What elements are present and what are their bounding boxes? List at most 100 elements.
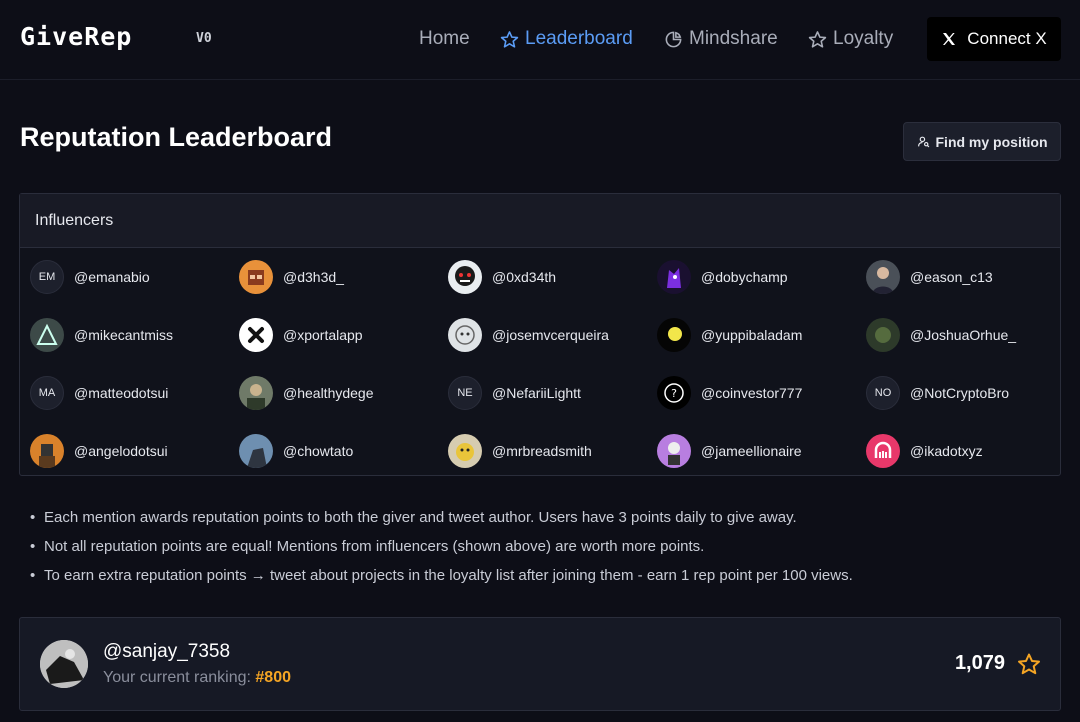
influencers-grid: EM @emanabio @d3h3d_ @0xd34th @dobychamp… [20,248,1060,480]
svg-text:?: ? [671,387,677,400]
avatar [866,434,900,468]
influencer-item[interactable]: @0xd34th [448,248,657,306]
ranking-value: #800 [255,669,291,686]
nav-loyalty-label: Loyalty [833,28,894,49]
nav-leaderboard[interactable]: Leaderboard [500,26,633,52]
connect-x-button[interactable]: Connect X [927,17,1061,61]
user-handle: @sanjay_7358 [103,641,231,662]
info-item: • Each mention awards reputation points t… [30,508,1070,537]
influencer-handle: @josemvcerqueira [492,327,609,343]
bullet-dot: • [30,509,36,526]
bullet-dot: • [30,538,36,555]
avatar [239,318,273,352]
avatar [657,318,691,352]
nav-leaderboard-label: Leaderboard [525,28,633,49]
avatar: ? [657,376,691,410]
influencer-item[interactable]: @jameellionaire [657,422,866,480]
influencer-item[interactable]: EM @emanabio [30,248,239,306]
influencer-item[interactable]: @xportalapp [239,306,448,364]
influencer-item[interactable]: NE @NefariiLightt [448,364,657,422]
influencer-item[interactable]: @ikadotxyz [866,422,1075,480]
top-nav-bar: GiveRep V0 Home Leaderboard Mindshare Lo… [0,0,1080,80]
influencer-item[interactable]: @angelodotsui [30,422,239,480]
nav-mindshare-label: Mindshare [689,28,778,49]
avatar [866,260,900,294]
version-label: V0 [196,31,212,46]
user-search-icon [917,136,929,148]
influencer-handle: @eason_c13 [910,269,993,285]
influencer-handle: @JoshuaOrhue_ [910,327,1017,343]
influencer-item[interactable]: @mrbreadsmith [448,422,657,480]
find-my-position-label: Find my position [935,133,1048,150]
avatar [657,260,691,294]
influencer-item[interactable]: @josemvcerqueira [448,306,657,364]
influencer-handle: @NotCryptoBro [910,385,1010,401]
avatar [30,318,64,352]
pie-chart-icon [665,31,682,47]
influencer-item[interactable]: @JoshuaOrhue_ [866,306,1075,364]
info-text: To earn extra reputation points → tweet … [44,567,853,584]
influencer-item[interactable]: MA @matteodotsui [30,364,239,422]
info-list: • Each mention awards reputation points t… [30,508,1070,595]
influencer-item[interactable]: @healthydege [239,364,448,422]
avatar: NO [866,376,900,410]
giverep-logo[interactable]: GiveRep [20,22,132,51]
star-icon [1018,653,1040,675]
influencer-item[interactable]: @mikecantmiss [30,306,239,364]
current-user-card[interactable]: @sanjay_7358 Your current ranking: #800 … [19,617,1061,711]
connect-x-label: Connect X [967,29,1047,48]
star-icon [808,30,827,48]
influencer-handle: @angelodotsui [74,443,168,459]
page-title: Reputation Leaderboard [20,122,333,152]
influencer-item[interactable]: @yuppibaladam [657,306,866,364]
influencer-item[interactable]: ? @coinvestor777 [657,364,866,422]
x-logo-icon [943,33,956,45]
bullet-dot: • [30,567,36,584]
influencer-handle: @matteodotsui [74,385,169,401]
influencer-handle: @mrbreadsmith [492,443,592,459]
user-points: 1,079 [954,652,1005,674]
avatar [657,434,691,468]
influencer-handle: @d3h3d_ [283,269,344,285]
influencer-handle: @emanabio [74,269,150,285]
info-text: Not all reputation points are equal! Men… [44,538,705,555]
avatar: EM [30,260,64,294]
avatar: MA [30,376,64,410]
influencer-handle: @chowtato [283,443,354,459]
influencer-handle: @0xd34th [492,269,557,285]
avatar [239,376,273,410]
user-ranking: Your current ranking: #800 [103,669,291,687]
avatar [239,260,273,294]
influencer-handle: @jameellionaire [701,443,802,459]
influencer-item[interactable]: @d3h3d_ [239,248,448,306]
avatar [40,640,88,688]
info-item: • To earn extra reputation points → tweet… [30,566,1070,595]
nav-home[interactable]: Home [419,26,470,52]
influencer-item[interactable]: NO @NotCryptoBro [866,364,1075,422]
ranking-label: Your current ranking: [103,669,251,686]
avatar [448,260,482,294]
avatar: NE [448,376,482,410]
influencer-item[interactable]: @eason_c13 [866,248,1075,306]
star-icon [500,30,519,48]
avatar [448,318,482,352]
info-item: • Not all reputation points are equal! Me… [30,537,1070,566]
influencer-handle: @healthydege [283,385,374,401]
nav-home-label: Home [419,28,470,49]
avatar [866,318,900,352]
influencer-handle: @mikecantmiss [74,327,174,343]
find-my-position-button[interactable]: Find my position [903,122,1061,161]
nav-mindshare[interactable]: Mindshare [664,26,778,52]
influencer-item[interactable]: @dobychamp [657,248,866,306]
info-text: Each mention awards reputation points to… [44,509,797,526]
influencer-handle: @coinvestor777 [701,385,803,401]
avatar [448,434,482,468]
influencer-handle: @ikadotxyz [910,443,983,459]
influencer-handle: @NefariiLightt [492,385,581,401]
influencer-item[interactable]: @chowtato [239,422,448,480]
influencer-handle: @dobychamp [701,269,788,285]
influencer-handle: @xportalapp [283,327,363,343]
avatar [30,434,64,468]
nav-loyalty[interactable]: Loyalty [808,26,893,52]
influencers-panel: Influencers EM @emanabio @d3h3d_ @0xd34t… [19,193,1061,476]
